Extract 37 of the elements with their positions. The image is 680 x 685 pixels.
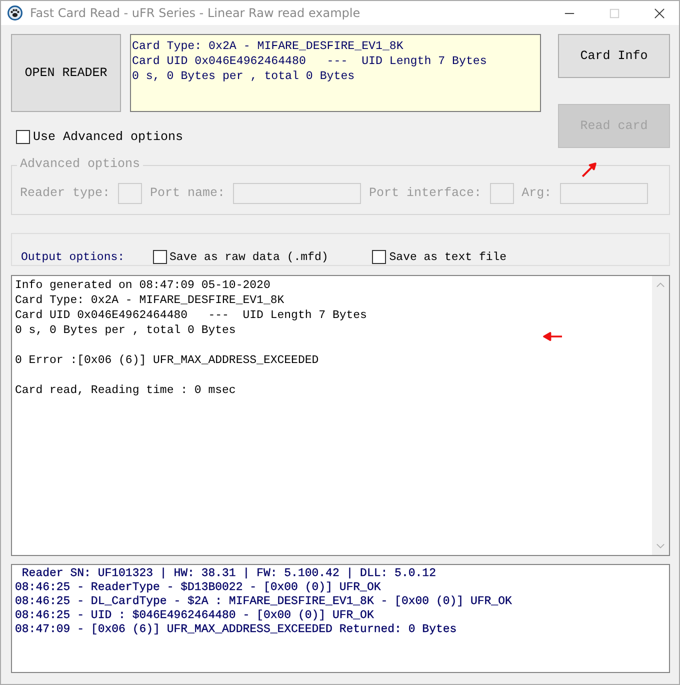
checkbox[interactable]: [152, 250, 167, 264]
group-title: Advanced options: [17, 157, 144, 171]
checkbox[interactable]: [372, 250, 386, 264]
close-icon[interactable]: [654, 8, 665, 18]
output-line: Card UID 0x046E4962464480 --- UID Length 7 Bytes: [15, 308, 367, 323]
output-line: 0 Error :[0x06 (6)] UFR_MAX_ADDRESS_EXCEEDED: [15, 353, 319, 368]
summary-line: Card UID 0x046E4962464480 --- UID Length 7 Bytes: [132, 54, 487, 69]
log-line: Reader SN: UF101323 | HW: 38.31 | FW: 5.100.42 | DLL: 5.0.12: [20, 567, 436, 581]
pointer-arrow-icon: [542, 332, 564, 341]
log-line: 08:46:25 - UID : $046E4962464480 - [0x00 (0)] UFR_OK: [15, 609, 374, 623]
scroll-up-icon[interactable]: [656, 282, 665, 288]
checkbox[interactable]: [16, 130, 30, 144]
scroll-down-icon[interactable]: [656, 543, 665, 549]
checkbox-label: Save as text file: [389, 250, 507, 264]
field-label: Arg:: [522, 186, 552, 200]
pointer-arrow-icon: [581, 162, 597, 178]
output-line: Card Type: 0x2A - MIFARE_DESFIRE_EV1_8K: [15, 293, 284, 308]
window-title: Fast Card Read - uFR Series - Linear Raw read example: [30, 6, 362, 20]
summary-line: 0 s, 0 Bytes per , total 0 Bytes: [132, 69, 355, 84]
paw-icon: [7, 5, 23, 21]
summary-line: Card Type: 0x2A - MIFARE_DESFIRE_EV1_8K: [132, 39, 404, 54]
log-line: 08:46:25 - ReaderType - $D13B0022 - [0x00 (0)] UFR_OK: [15, 581, 381, 595]
scrollbar[interactable]: [652, 276, 669, 555]
log-line: 08:47:09 - [0x06 (6)] UFR_MAX_ADDRESS_EXCEEDED Returned: 0 Bytes: [15, 623, 457, 637]
open-reader-button[interactable]: OPEN READER: [11, 34, 121, 112]
log-line: 08:46:25 - DL_CardType - $2A : MIFARE_DESFIRE_EV1_8K - [0x00 (0)] UFR_OK: [15, 595, 512, 609]
output-line: Info generated on 08:47:09 05-10-2020: [15, 278, 270, 293]
output-text-area[interactable]: [11, 275, 670, 556]
field-label: Reader type:: [20, 186, 110, 200]
field-label: Port name:: [150, 186, 226, 200]
card-info-button[interactable]: Card Info: [558, 34, 670, 78]
field-label: Port interface:: [369, 186, 482, 200]
checkbox-label: Use Advanced options: [33, 130, 184, 144]
output-options-label: Output options:: [21, 251, 125, 264]
output-line: Card read, Reading time : 0 msec: [15, 383, 236, 398]
output-line: 0 s, 0 Bytes per , total 0 Bytes: [15, 323, 236, 338]
checkbox-label: Save as raw data (.mfd): [170, 250, 328, 264]
